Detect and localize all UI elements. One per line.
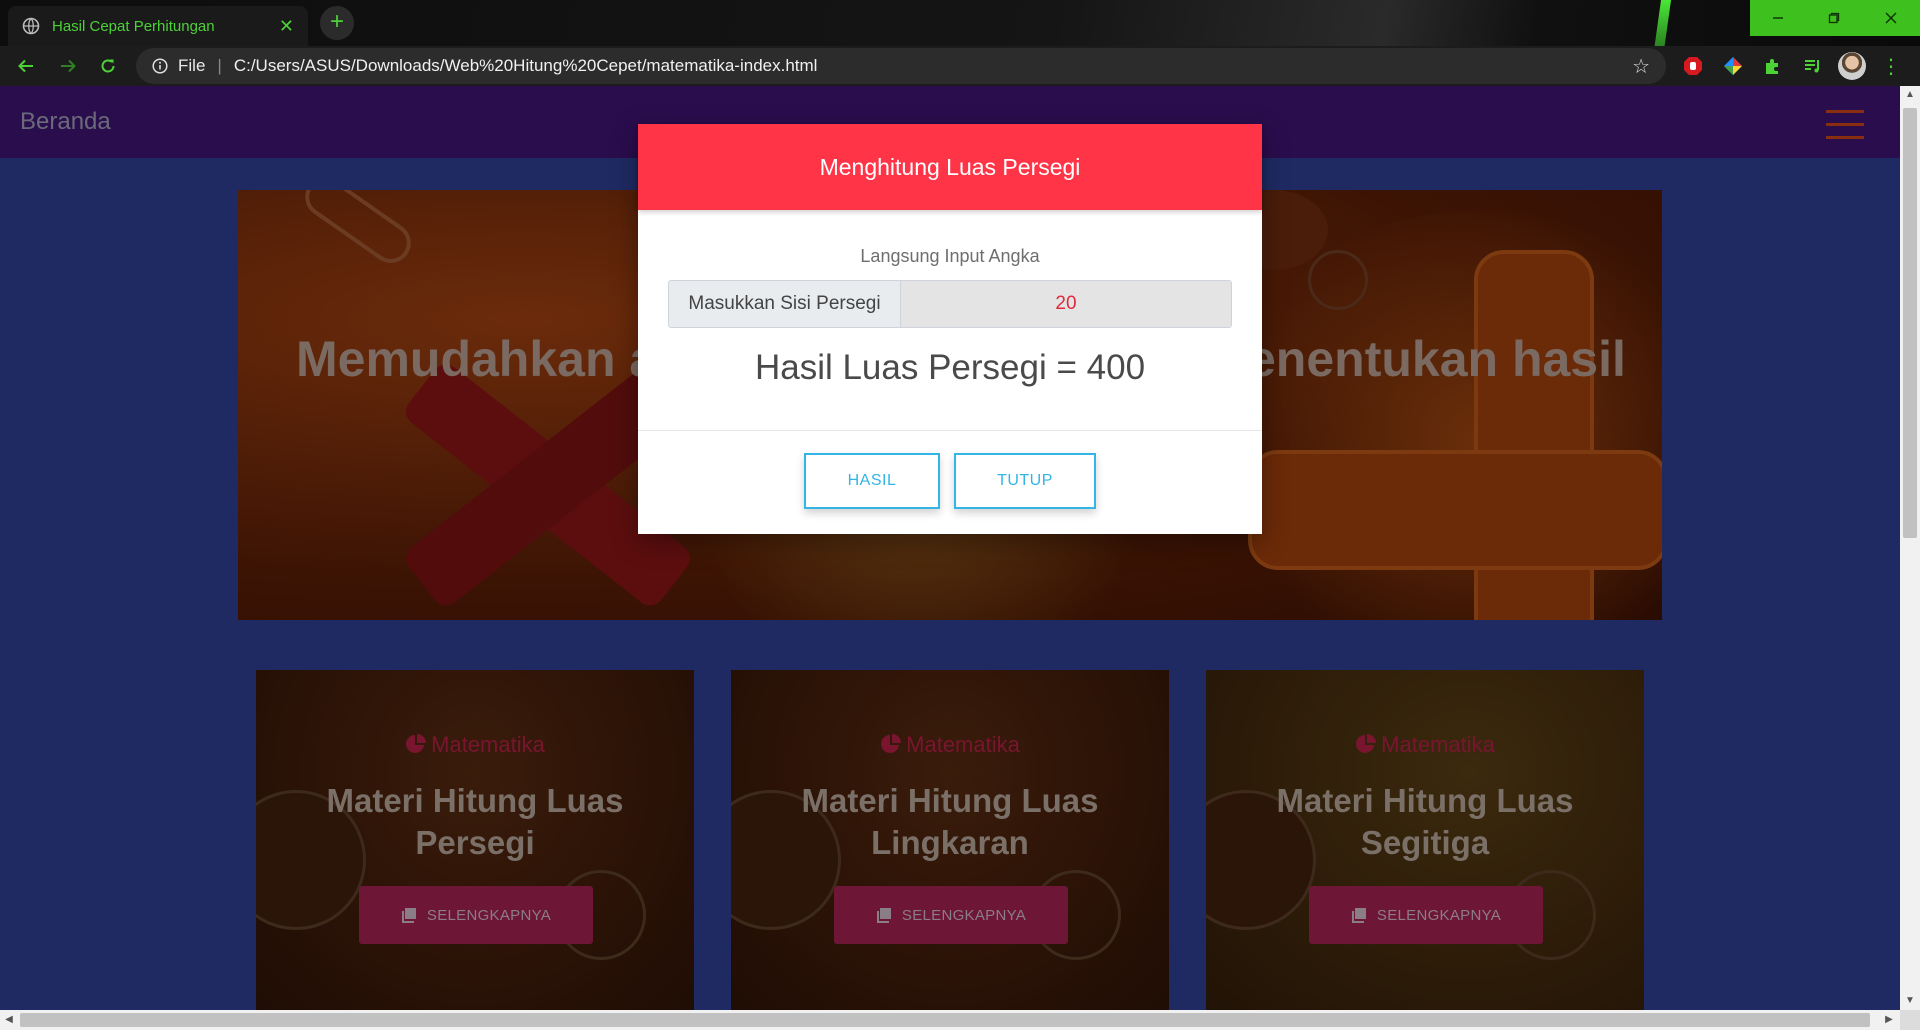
luas-persegi-modal: Menghitung Luas Persegi Langsung Input A…: [638, 124, 1262, 534]
scroll-right-arrow-icon[interactable]: ▶: [1880, 1010, 1898, 1030]
horizontal-scroll-thumb[interactable]: [20, 1013, 1870, 1027]
result-text: Hasil Luas Persegi = 400: [754, 348, 1146, 387]
modal-body: Langsung Input Angka Masukkan Sisi Perse…: [638, 210, 1262, 354]
profile-avatar[interactable]: [1838, 52, 1866, 80]
tab-close-icon[interactable]: ✕: [279, 17, 294, 35]
reload-icon[interactable]: [92, 50, 124, 82]
address-url[interactable]: C:/Users/ASUS/Downloads/Web%20Hitung%20C…: [234, 56, 1632, 76]
adblock-extension-icon[interactable]: [1682, 55, 1704, 77]
sisi-persegi-input[interactable]: [901, 281, 1231, 327]
scroll-down-arrow-icon[interactable]: ▼: [1900, 992, 1920, 1010]
scroll-up-arrow-icon[interactable]: ▲: [1900, 86, 1920, 104]
address-bar[interactable]: File | C:/Users/ASUS/Downloads/Web%20Hit…: [136, 48, 1666, 84]
new-tab-button[interactable]: +: [320, 6, 354, 40]
input-hint: Langsung Input Angka: [860, 246, 1040, 266]
vertical-scroll-thumb[interactable]: [1903, 108, 1917, 538]
color-extension-icon[interactable]: [1722, 55, 1744, 77]
bookmark-star-icon[interactable]: ☆: [1632, 54, 1650, 79]
sisi-input-group: Masukkan Sisi Persegi: [668, 280, 1232, 328]
window-restore-button[interactable]: [1806, 0, 1862, 36]
browser-menu-icon[interactable]: ⋮: [1880, 55, 1902, 78]
page-viewport: Beranda Memudahkan a enentukan hasil Mat…: [0, 86, 1900, 1010]
address-separator: |: [217, 56, 222, 75]
back-arrow-icon[interactable]: [10, 50, 42, 82]
window-minimize-button[interactable]: [1750, 0, 1806, 36]
modal-title: Menghitung Luas Persegi: [819, 153, 1081, 180]
browser-toolbar: File | C:/Users/ASUS/Downloads/Web%20Hit…: [0, 46, 1920, 86]
modal-header: Menghitung Luas Persegi: [638, 124, 1262, 210]
scroll-left-arrow-icon[interactable]: ◀: [0, 1010, 18, 1030]
address-scheme: File: [178, 56, 206, 75]
modal-footer: HASIL TUTUP: [638, 430, 1262, 534]
tab-title: Hasil Cepat Perhitungan: [52, 17, 215, 35]
hasil-button[interactable]: HASIL: [804, 453, 940, 509]
input-prefix-label: Masukkan Sisi Persegi: [669, 281, 901, 327]
browser-tab-active[interactable]: Hasil Cepat Perhitungan ✕: [8, 6, 308, 46]
forward-arrow-icon[interactable]: [52, 50, 84, 82]
vertical-scrollbar[interactable]: ▲ ▼: [1900, 86, 1920, 1010]
puzzle-extensions-icon[interactable]: [1762, 55, 1784, 77]
media-queue-icon[interactable]: [1802, 55, 1824, 77]
scrollbar-corner: [1900, 1010, 1920, 1030]
browser-tab-strip: Hasil Cepat Perhitungan ✕ +: [0, 0, 1920, 86]
info-icon[interactable]: [152, 58, 168, 74]
globe-icon: [22, 17, 40, 35]
window-close-button[interactable]: [1862, 0, 1920, 36]
horizontal-scrollbar[interactable]: ◀ ▶: [0, 1010, 1900, 1030]
tutup-button[interactable]: TUTUP: [954, 453, 1096, 509]
